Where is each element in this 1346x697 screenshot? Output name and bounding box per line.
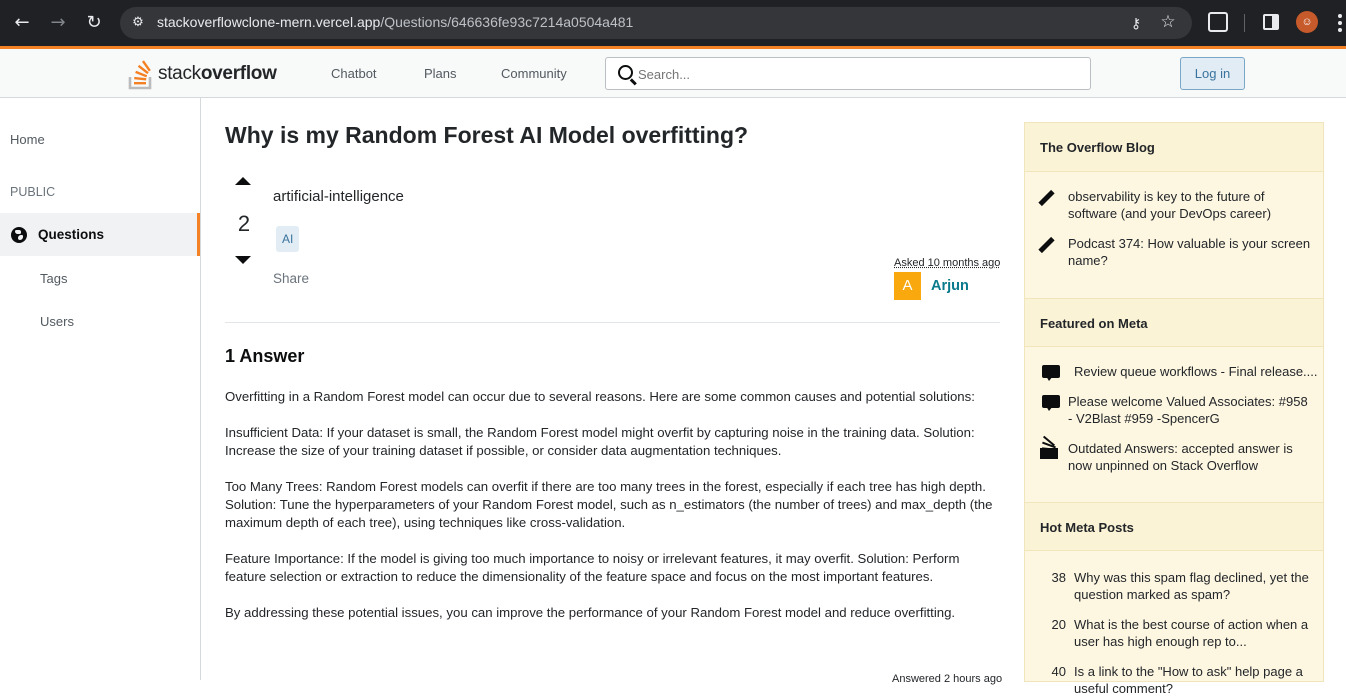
answer-paragraph: By addressing these potential issues, yo… — [225, 605, 956, 620]
answer-paragraph: Too Many Trees: Random Forest models can… — [225, 479, 993, 530]
chat-bubble-icon — [1040, 393, 1060, 413]
stackoverflow-logo[interactable]: stackoverflow — [128, 56, 288, 90]
right-sidebar-widget: The Overflow Blog observability is key t… — [1024, 122, 1324, 696]
sidebar-item-users[interactable]: Users — [40, 314, 74, 329]
url-text[interactable]: stackoverflowclone-mern.vercel.app/Quest… — [157, 14, 633, 30]
url-path: /Questions/646636fe93c7214a0504a481 — [380, 14, 634, 30]
asked-timestamp: Asked 10 months ago — [894, 257, 1001, 269]
blog-widget-title: The Overflow Blog — [1025, 123, 1323, 172]
logo-text: stackoverflow — [158, 63, 277, 84]
search-input[interactable] — [638, 64, 1078, 84]
question-body: artificial-intelligence — [273, 188, 404, 205]
share-button[interactable]: Share — [273, 271, 309, 286]
url-host: stackoverflowclone-mern.vercel.app — [157, 14, 381, 30]
browser-toolbar: ← → ↻ ⚙ stackoverflowclone-mern.vercel.a… — [0, 0, 1346, 46]
hot-meta-text: What is the best course of action when a… — [1074, 617, 1309, 649]
meta-widget-title: Featured on Meta — [1025, 298, 1323, 347]
author-name[interactable]: Arjun — [931, 278, 969, 294]
nav-community[interactable]: Community — [501, 66, 567, 81]
address-bar[interactable]: ⚙ stackoverflowclone-mern.vercel.app/Que… — [120, 7, 1192, 39]
nav-plans[interactable]: Plans — [424, 66, 457, 81]
sidebar-item-home[interactable]: Home — [10, 132, 45, 147]
site-info-icon[interactable]: ⚙ — [128, 13, 148, 33]
question-tag[interactable]: AI — [276, 226, 300, 252]
hot-meta-count: 20 — [1051, 617, 1066, 632]
hot-meta-list: 38 Why was this spam flag declined, yet … — [1025, 551, 1323, 696]
stackoverflow-icon — [1040, 435, 1060, 460]
meta-list: Review queue workflows - Final release..… — [1025, 347, 1323, 502]
side-panel-icon[interactable] — [1263, 14, 1279, 30]
forward-arrow-icon[interactable]: → — [46, 11, 70, 35]
search-box[interactable] — [605, 57, 1091, 90]
key-icon[interactable]: ⚷ — [1126, 13, 1146, 33]
site-header: stackoverflow Chatbot Plans Community Lo… — [0, 46, 1346, 98]
chat-bubble-icon — [1040, 363, 1060, 383]
upvote-arrow-icon[interactable] — [235, 177, 251, 185]
back-arrow-icon[interactable]: ← — [10, 11, 34, 35]
author-avatar[interactable]: A — [894, 272, 921, 300]
answer-count: 1 Answer — [225, 346, 305, 366]
pencil-icon — [1040, 235, 1060, 255]
sidebar-section-public: PUBLIC — [10, 185, 56, 199]
meta-item-text: Review queue workflows - Final release..… — [1074, 364, 1318, 379]
bookmark-star-icon[interactable]: ☆ — [1158, 12, 1178, 32]
divider — [225, 322, 1000, 323]
answer-paragraph: Insufficient Data: If your dataset is sm… — [225, 425, 975, 458]
answer-paragraph: Feature Importance: If the model is givi… — [225, 551, 960, 584]
blog-list: observability is key to the future of so… — [1025, 172, 1323, 298]
blog-item-text: observability is key to the future of so… — [1068, 189, 1272, 221]
hot-meta-widget-title: Hot Meta Posts — [1025, 502, 1323, 551]
stackoverflow-logo-icon — [128, 60, 152, 90]
login-button[interactable]: Log in — [1180, 57, 1245, 90]
meta-item-text: Please welcome Valued Associates: #958 -… — [1068, 394, 1308, 426]
question-title: Why is my Random Forest AI Model overfit… — [225, 122, 749, 148]
hot-meta-count: 38 — [1051, 570, 1066, 585]
meta-item-text: Outdated Answers: accepted answer is now… — [1068, 441, 1293, 473]
globe-icon — [11, 227, 27, 243]
extensions-icon[interactable] — [1208, 12, 1228, 32]
profile-avatar-icon[interactable]: ☺ — [1296, 11, 1318, 33]
left-sidebar: Home PUBLIC Questions Tags Users — [0, 98, 201, 680]
sidebar-item-label: Questions — [38, 227, 105, 242]
search-icon — [618, 65, 633, 80]
nav-chatbot[interactable]: Chatbot — [331, 66, 377, 81]
hot-meta-count: 40 — [1051, 664, 1066, 679]
hot-meta-text: Is a link to the "How to ask" help page … — [1074, 664, 1303, 696]
hot-meta-text: Why was this spam flag declined, yet the… — [1074, 570, 1309, 602]
vote-count: 2 — [237, 211, 251, 236]
browser-menu-icon[interactable] — [1334, 14, 1346, 32]
sidebar-item-tags[interactable]: Tags — [40, 271, 67, 286]
question-page: Why is my Random Forest AI Model overfit… — [225, 98, 1002, 685]
pencil-icon — [1040, 188, 1060, 208]
reload-icon[interactable]: ↻ — [82, 11, 106, 35]
answer-body: Overfitting in a Random Forest model can… — [225, 388, 995, 640]
answer-paragraph: Overfitting in a Random Forest model can… — [225, 389, 975, 404]
downvote-arrow-icon[interactable] — [235, 256, 251, 264]
blog-item-text: Podcast 374: How valuable is your screen… — [1068, 236, 1311, 268]
sidebar-item-questions[interactable]: Questions — [0, 213, 200, 256]
toolbar-divider — [1244, 14, 1245, 32]
answered-timestamp: Answered 2 hours ago — [892, 673, 1003, 685]
